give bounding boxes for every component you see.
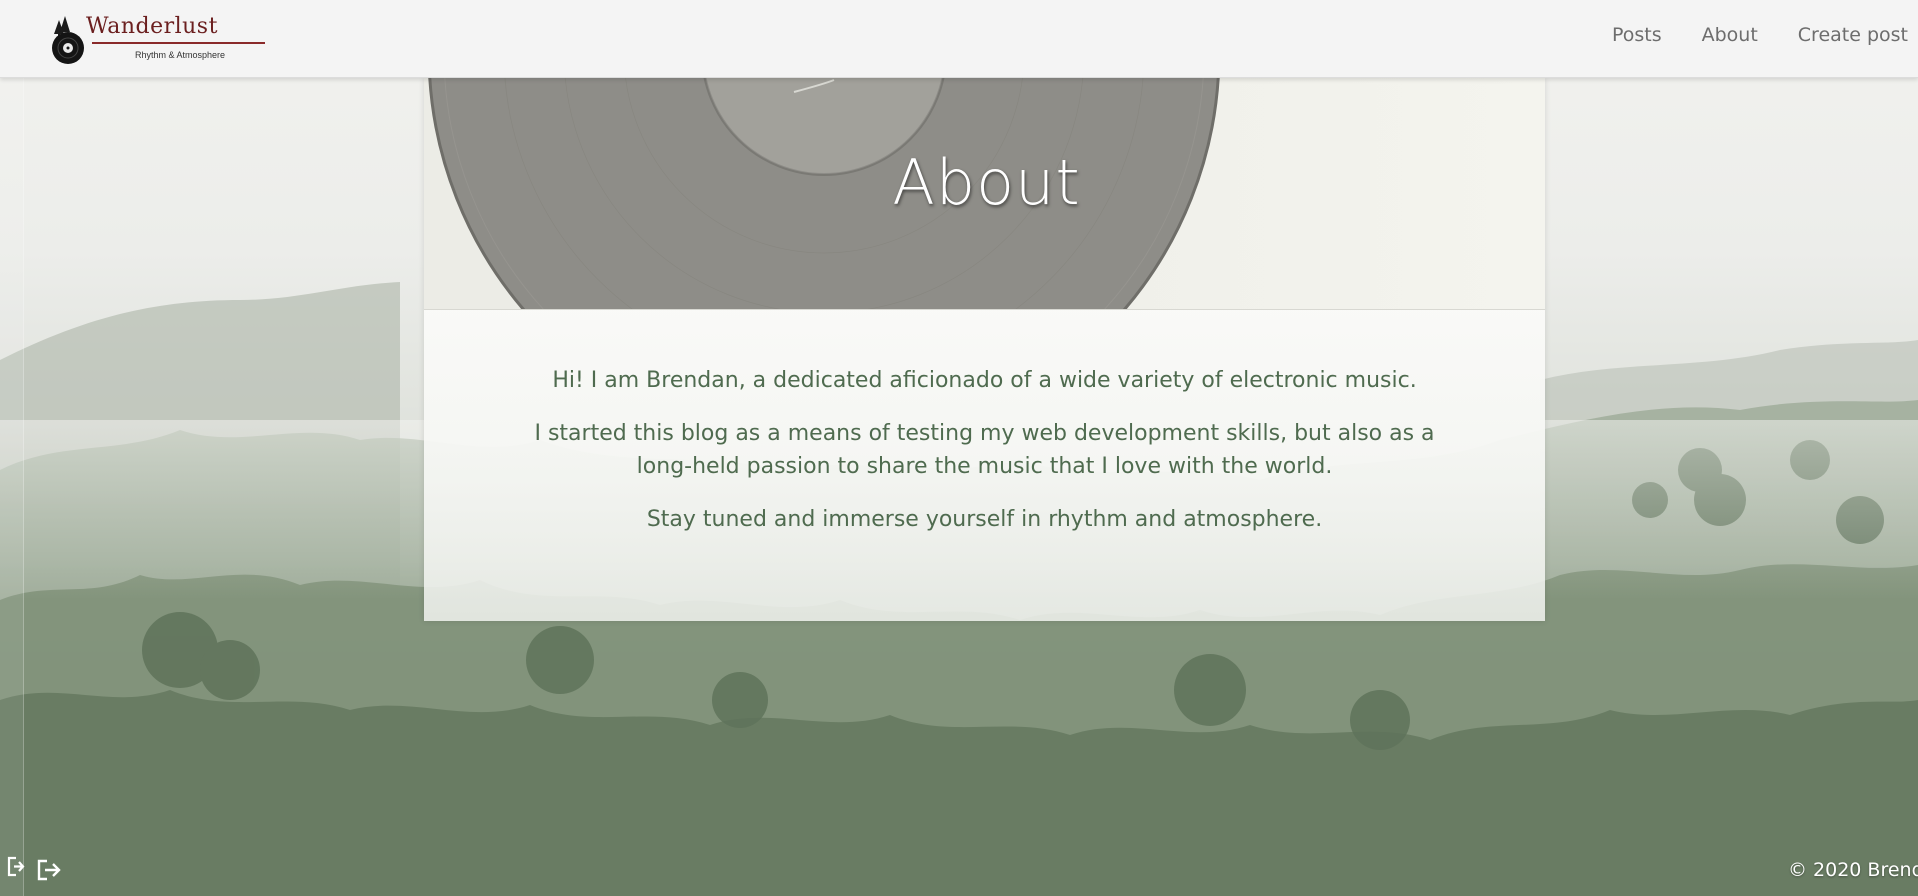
brand-divider — [92, 42, 265, 44]
nav-link-posts[interactable]: Posts — [1612, 24, 1662, 46]
about-content: Hi! I am Brendan, a dedicated aficionado… — [424, 310, 1545, 621]
nav-link-about[interactable]: About — [1702, 24, 1758, 46]
sign-out-icon[interactable] — [36, 858, 64, 882]
nav-link-create-post[interactable]: Create post — [1798, 24, 1908, 46]
brand-logo[interactable]: Wanderlust Rhythm & Atmosphere — [48, 10, 265, 68]
vinyl-tree-icon — [52, 16, 84, 64]
copyright-text: © 2020 Brenda — [1788, 859, 1918, 881]
about-paragraph-1: Hi! I am Brendan, a dedicated aficionado… — [552, 368, 1417, 393]
page: Wanderlust Rhythm & Atmosphere Posts Abo… — [0, 0, 1918, 896]
left-edge-strip — [0, 70, 24, 896]
sign-out-icon[interactable] — [6, 855, 34, 879]
hero-banner: About — [424, 78, 1545, 310]
page-title: About — [892, 146, 1081, 219]
brand-name: Wanderlust — [86, 14, 218, 39]
about-paragraph-2: I started this blog as a means of testin… — [534, 421, 1435, 479]
main-nav: Posts About Create post — [1572, 24, 1908, 46]
navbar: Wanderlust Rhythm & Atmosphere Posts Abo… — [0, 0, 1918, 78]
brand-tagline: Rhythm & Atmosphere — [134, 50, 226, 60]
about-paragraph-3: Stay tuned and immerse yourself in rhyth… — [646, 507, 1323, 532]
about-card: About Hi! I am Brendan, a dedicated afic… — [424, 78, 1545, 621]
